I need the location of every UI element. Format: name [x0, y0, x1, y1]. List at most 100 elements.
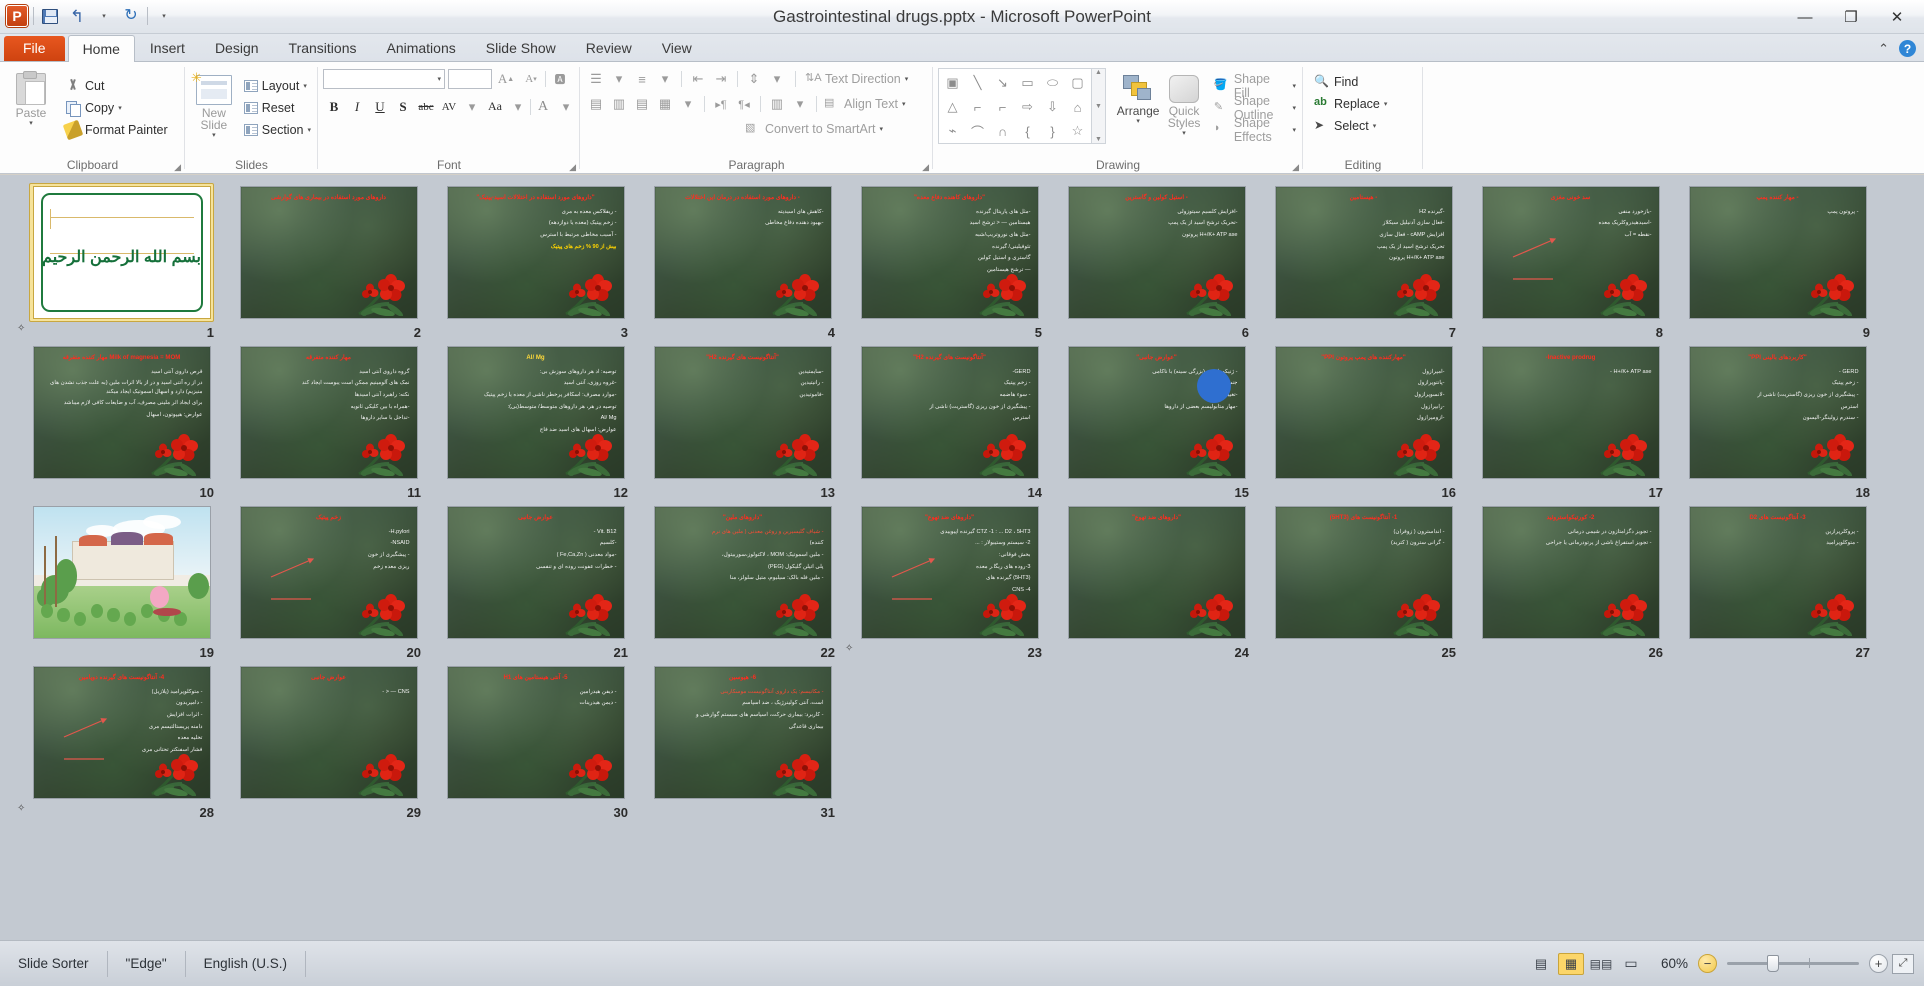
find-button[interactable]: 🔍 Find — [1312, 71, 1389, 93]
decrease-indent-button[interactable]: ⇤ — [687, 69, 709, 90]
shapes-more-icon[interactable]: ▼ — [1095, 136, 1102, 143]
slide-thumbnail-surface[interactable]: Al/ Mg توصیه: اد هر داروهای سوزش بی: -غرو… — [446, 346, 625, 479]
font-name-input[interactable]: ▾ — [323, 68, 445, 89]
slide-thumbnail-21[interactable]: عوارض جانبی Vit. B12 - -کلسیم -مواد معدنی … — [443, 503, 628, 642]
font-color-dropdown-icon[interactable]: ▾ — [555, 96, 577, 117]
slide-sorter-pane[interactable]: بسم الله الرحمن الرحيم ✧ 1 داروهای مورد … — [0, 175, 1924, 940]
slide-cell[interactable]: مهار کننده متفرقه گروه داروی آنتی اسید نم… — [225, 343, 432, 503]
slide-thumbnail-19[interactable] — [29, 503, 214, 642]
character-spacing-dropdown-icon[interactable]: ▾ — [461, 96, 483, 117]
slide-thumbnail-11[interactable]: مهار کننده متفرقه گروه داروی آنتی اسید نم… — [236, 343, 421, 482]
select-button[interactable]: ➤ Select ▾ — [1312, 115, 1389, 137]
slide-cell[interactable]: "داروهای مورد استفاده در اختلالات اسید-پ… — [432, 183, 639, 343]
tab-slide-show[interactable]: Slide Show — [471, 34, 571, 61]
fit-slide-to-window-button[interactable] — [1892, 953, 1914, 974]
slide-thumbnail-surface[interactable]: 6- هیوسین - مکانیسم: یک داروی آنتاگونیست… — [653, 666, 832, 799]
section-button[interactable]: Section ▾ — [242, 119, 313, 141]
slide-thumbnail-6[interactable]: - استیل کولین و گاسترین -افزایش کلسیم سی… — [1064, 183, 1249, 322]
align-left-button[interactable]: ▤ — [585, 94, 607, 115]
slide-thumbnail-4[interactable]: - داروهای مورد استفاده در درمان این اختل… — [650, 183, 835, 322]
slide-cell[interactable]: - مهار کننده پمپ - پروتون پمپ 9 — [1674, 183, 1881, 343]
slide-cell[interactable]: Milk of magnesia = MOM مهار کننده متفرقه… — [18, 343, 225, 503]
slide-thumbnail-surface[interactable]: "عوارض جانبی" - ژنیکوماستی (بزرگی سینه) … — [1067, 346, 1246, 479]
center-button[interactable]: ▥ — [608, 94, 630, 115]
shape-effects-button[interactable]: ◗ Shape Effects ▾ — [1212, 116, 1298, 144]
right-brace-icon[interactable]: } — [1040, 119, 1065, 143]
clipboard-dialog-launcher[interactable]: ◢ — [174, 162, 181, 173]
columns-dropdown-icon[interactable]: ▾ — [789, 94, 811, 115]
rectangle-shape-icon[interactable]: ▭ — [1015, 71, 1040, 95]
numbering-dropdown-icon[interactable]: ▾ — [654, 69, 676, 90]
slide-thumbnail-1[interactable]: بسم الله الرحمن الرحيم — [29, 183, 214, 322]
columns-button[interactable]: ▥ — [766, 94, 788, 115]
replace-button[interactable]: ab Replace ▾ — [1312, 93, 1389, 115]
grow-font-button[interactable]: A ▲ — [495, 68, 517, 89]
slide-thumbnail-18[interactable]: "کاربردهای بالینی PPI" GERD - - زخم پپتیک… — [1685, 343, 1870, 482]
text-direction-button[interactable]: ⇅A Text Direction ▾ — [803, 68, 910, 90]
tab-transitions[interactable]: Transitions — [274, 34, 372, 61]
slide-thumbnail-28[interactable]: 4- آنتاگونیست های گیرنده دوپامین - متوکل… — [29, 663, 214, 802]
change-case-button[interactable]: Aa — [484, 96, 506, 117]
block-arrow-right-icon[interactable]: ⇨ — [1015, 95, 1040, 119]
slide-cell[interactable]: 6- هیوسین - مکانیسم: یک داروی آنتاگونیست… — [639, 663, 846, 823]
slide-thumbnail-surface[interactable] — [32, 506, 211, 639]
help-icon[interactable]: ? — [1899, 40, 1916, 57]
zoom-slider-handle[interactable] — [1767, 955, 1779, 972]
slide-thumbnail-surface[interactable]: "کاربردهای بالینی PPI" GERD - - زخم پپتیک… — [1688, 346, 1867, 479]
slide-thumbnail-25[interactable]: 1- آنتاگونیست های (5HT3) - انداسترون ( ز… — [1271, 503, 1456, 642]
slide-cell[interactable]: "داروهای ملین" - شیاف گلیسیرین و روغن مع… — [639, 503, 846, 663]
slide-cell[interactable]: زخم پپتیک H.pylori- NSAID- - پیشگیری از خو… — [225, 503, 432, 663]
slide-cell[interactable]: "داروهای کاهنده دفاع معده" -مثل های پاری… — [846, 183, 1053, 343]
change-case-dropdown-icon[interactable]: ▾ — [507, 96, 529, 117]
justify-dropdown-icon[interactable]: ▾ — [677, 94, 699, 115]
slide-thumbnail-surface[interactable]: "مهارکننده های پمپ پروتون PPI" -امپرازول… — [1274, 346, 1453, 479]
slide-cell[interactable]: - هیستامین -گیرنده H2 -فعال سازی آدنیلیل … — [1260, 183, 1467, 343]
slide-thumbnail-surface[interactable]: مهار کننده متفرقه گروه داروی آنتی اسید نم… — [239, 346, 418, 479]
paragraph-dialog-launcher[interactable]: ◢ — [922, 162, 929, 173]
slide-thumbnail-surface[interactable]: 1- آنتاگونیست های (5HT3) - انداسترون ( ز… — [1274, 506, 1453, 639]
slide-thumbnail-surface[interactable]: داروهای مورد استفاده در بیماری های گوارش… — [239, 186, 418, 319]
slide-thumbnail-surface[interactable]: سد خونی مغزی -بازخورد منفی -اسیدهیدروکلری… — [1481, 186, 1660, 319]
slide-cell[interactable]: 3- آنتاگونیست های D2 - پروکلرپرازین - متو… — [1674, 503, 1881, 663]
slide-thumbnail-26[interactable]: 2- کورتیکواستروئید - تجویز دگزامتازون در… — [1478, 503, 1663, 642]
cut-button[interactable]: Cut — [63, 75, 170, 97]
font-size-input[interactable] — [448, 68, 492, 89]
slide-thumbnail-surface[interactable]: "آنتاگونیست های گیرنده H2" -سایمتیدین - ر… — [653, 346, 832, 479]
convert-to-smartart-button[interactable]: ▧ Convert to SmartArt ▾ — [743, 118, 885, 140]
slide-thumbnail-surface[interactable]: "داروهای ضد تهوع" — [1067, 506, 1246, 639]
slide-cell[interactable]: - داروهای مورد استفاده در درمان این اختل… — [639, 183, 846, 343]
tab-animations[interactable]: Animations — [371, 34, 470, 61]
slide-cell[interactable]: - استیل کولین و گاسترین -افزایش کلسیم سی… — [1053, 183, 1260, 343]
tab-insert[interactable]: Insert — [135, 34, 200, 61]
restore-button[interactable]: ❐ — [1828, 4, 1874, 30]
slide-cell[interactable]: 5- آنتی هیستامین های H1 - دیفن هیدرامین -… — [432, 663, 639, 823]
slide-thumbnail-22[interactable]: "داروهای ملین" - شیاف گلیسیرین و روغن مع… — [650, 503, 835, 642]
strikethrough-button[interactable]: abc — [415, 96, 437, 117]
slide-thumbnail-24[interactable]: "داروهای ضد تهوع" — [1064, 503, 1249, 642]
slide-cell[interactable]: 4- آنتاگونیست های گیرنده دوپامین - متوکل… — [17, 663, 225, 823]
status-theme[interactable]: "Edge" — [108, 950, 186, 977]
triangle-shape-icon[interactable]: △ — [940, 95, 965, 119]
scroll-down-icon[interactable]: ▼ — [1095, 103, 1102, 110]
slide-thumbnail-surface[interactable]: "داروهای ملین" - شیاف گلیسیرین و روغن مع… — [653, 506, 832, 639]
slide-thumbnail-27[interactable]: 3- آنتاگونیست های D2 - پروکلرپرازین - متو… — [1685, 503, 1870, 642]
transition-star-icon[interactable]: ✧ — [17, 803, 29, 815]
shapes-gallery[interactable]: ▣ ╲ ↘ ▭ ⬭ ▢ △ ⌐ ⌐ ⇨ ⇩ ⌂ ⌁ ⌒ ∩ { } ☆ — [938, 68, 1092, 144]
tab-view[interactable]: View — [647, 34, 707, 61]
slide-thumbnail-surface[interactable]: 5- آنتی هیستامین های H1 - دیفن هیدرامین -… — [446, 666, 625, 799]
slide-thumbnail-30[interactable]: 5- آنتی هیستامین های H1 - دیفن هیدرامین -… — [443, 663, 628, 802]
arrow-shape-icon[interactable]: ↘ — [990, 71, 1015, 95]
slide-thumbnail-2[interactable]: داروهای مورد استفاده در بیماری های گوارش… — [236, 183, 421, 322]
line-spacing-dropdown-icon[interactable]: ▾ — [766, 69, 788, 90]
justify-button[interactable]: ▦ — [654, 94, 676, 115]
shapes-gallery-scrollbar[interactable]: ▲ ▼ ▼ — [1092, 68, 1106, 144]
slide-thumbnail-surface[interactable]: 2- کورتیکواستروئید - تجویز دگزامتازون در… — [1481, 506, 1660, 639]
slide-cell[interactable]: "عوارض جانبی" - ژنیکوماستی (بزرگی سینه) … — [1053, 343, 1260, 503]
scroll-up-icon[interactable]: ▲ — [1095, 69, 1102, 76]
flowchart-shape-icon[interactable]: ⌂ — [1065, 95, 1090, 119]
slide-thumbnail-12[interactable]: Al/ Mg توصیه: اد هر داروهای سوزش بی: -غرو… — [443, 343, 628, 482]
slide-cell[interactable]: بسم الله الرحمن الرحيم ✧ 1 — [17, 183, 225, 343]
line-shape-icon[interactable]: ╲ — [965, 71, 990, 95]
slide-thumbnail-surface[interactable]: "داروهای کاهنده دفاع معده" -مثل های پاری… — [860, 186, 1039, 319]
zoom-in-button[interactable]: + — [1869, 954, 1888, 973]
